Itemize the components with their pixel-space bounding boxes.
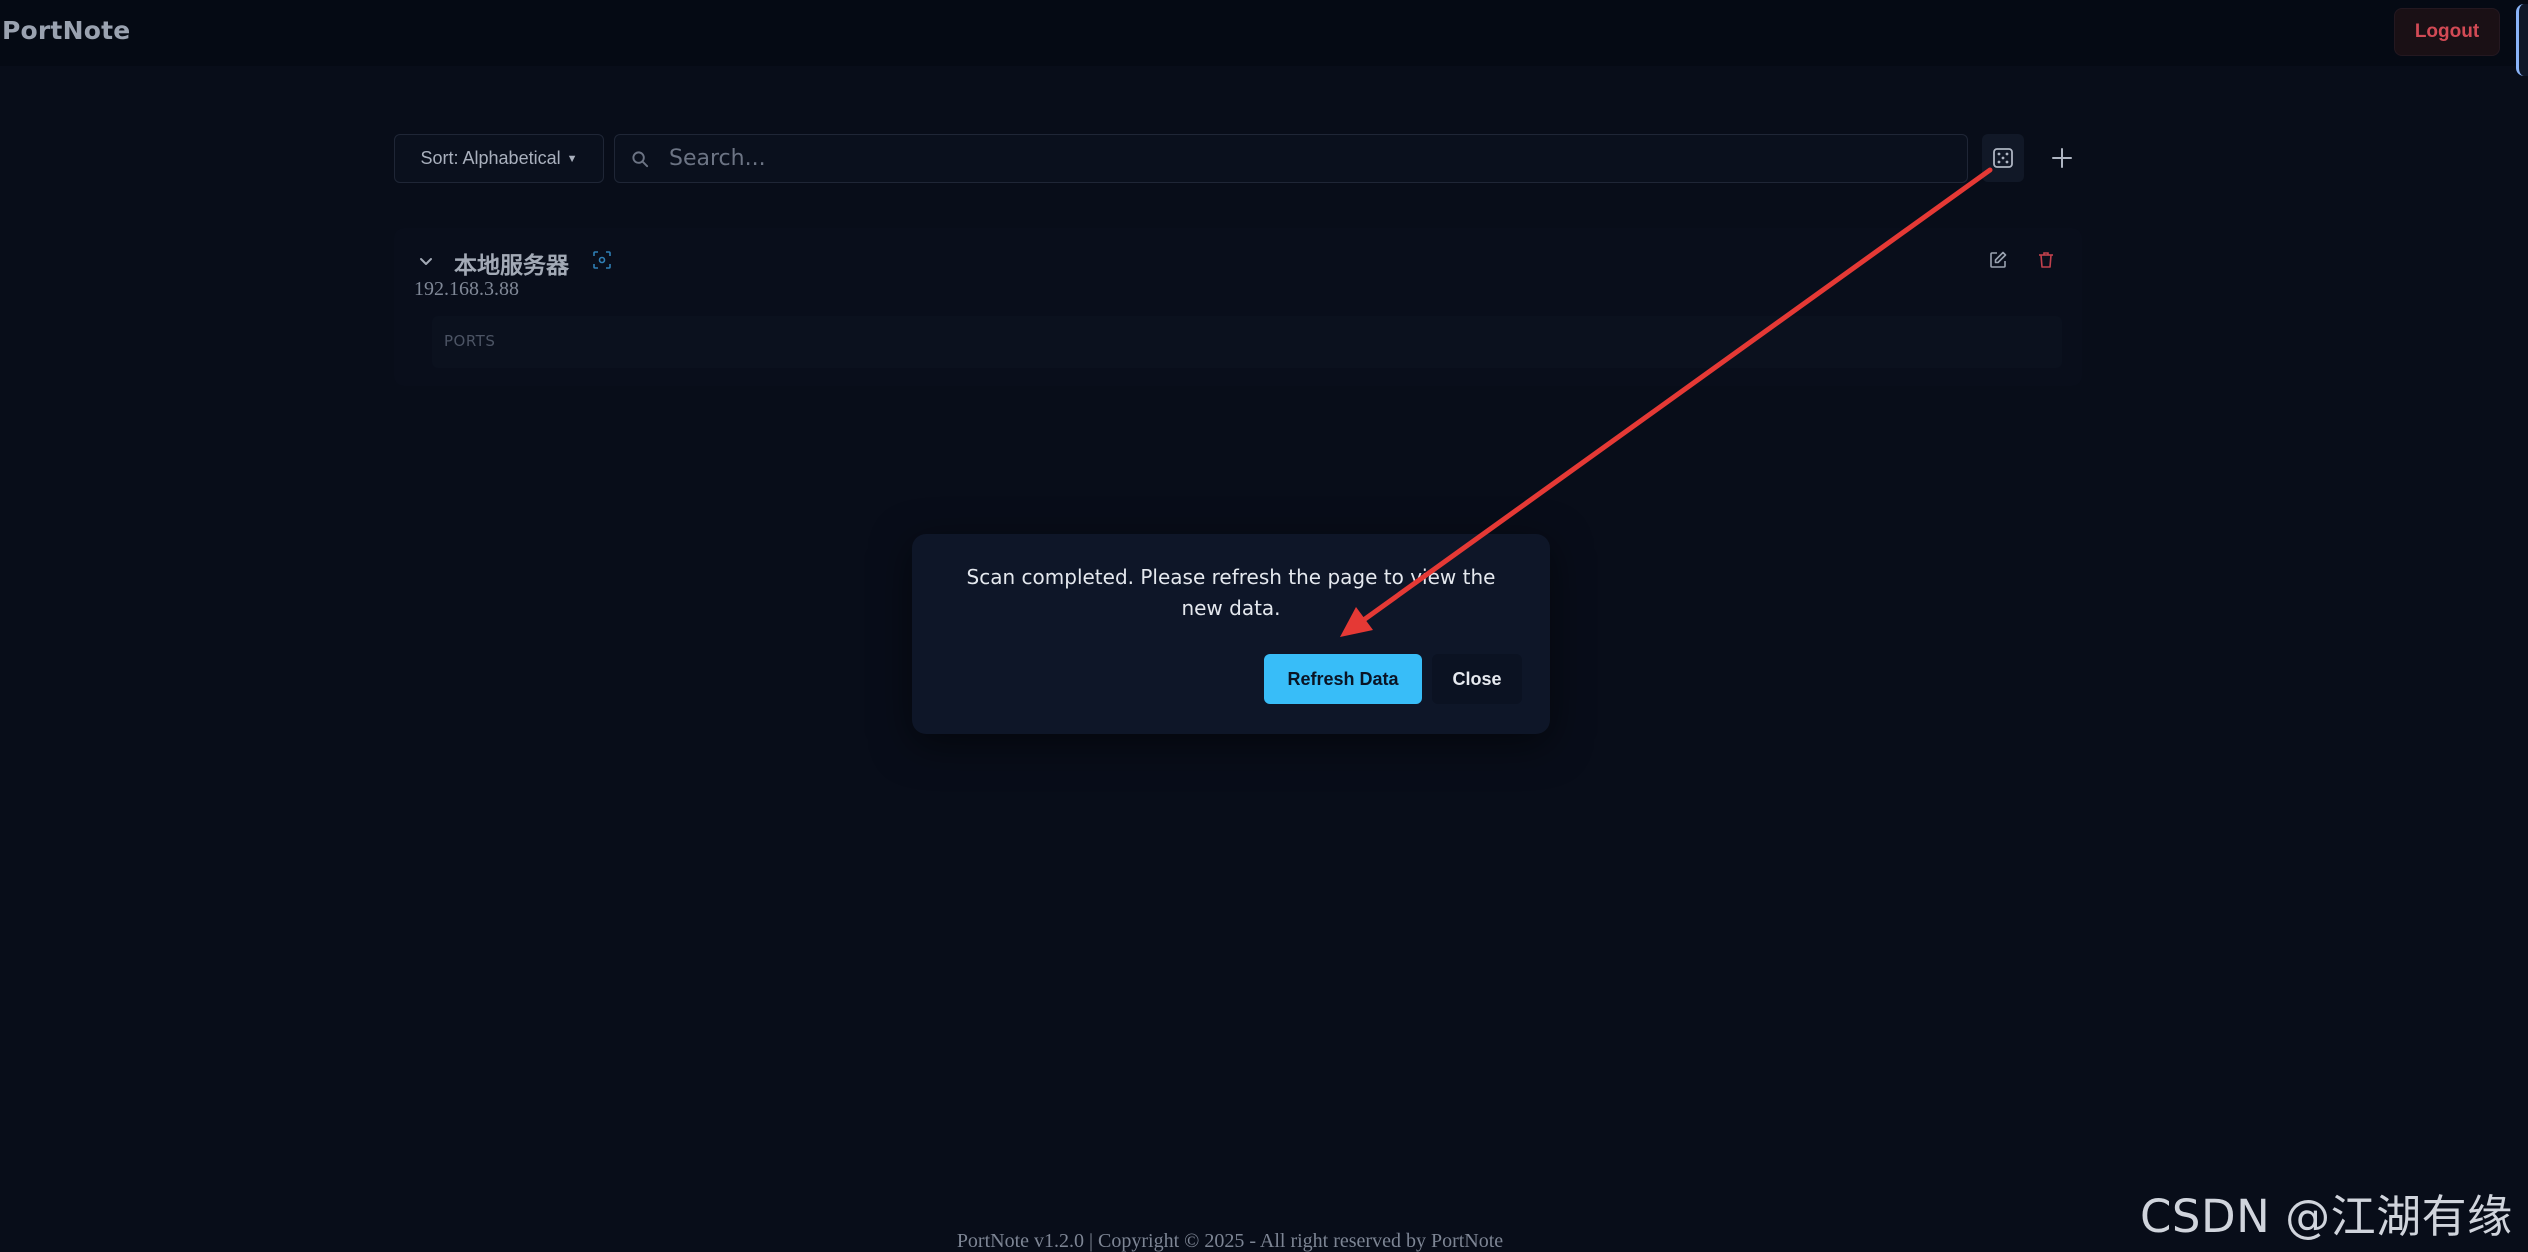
app-root: PortNote Logout Sort: Alphabetical ▼ Sea… [0, 0, 2528, 1252]
close-button[interactable]: Close [1432, 654, 1522, 704]
search-box[interactable] [614, 134, 1968, 183]
footer-copyright: PortNote v1.2.0 | Copyright © 2025 - All… [956, 1230, 1504, 1252]
sort-label: Sort: Alphabetical [420, 148, 561, 168]
edit-icon[interactable] [1988, 250, 2008, 270]
search-icon [632, 151, 649, 168]
dice-scan-icon [1993, 148, 2013, 168]
top-bar: PortNote Logout [0, 0, 2528, 66]
brand-title[interactable]: PortNote [2, 16, 130, 45]
refresh-data-button[interactable]: Refresh Data [1264, 654, 1422, 704]
search-input[interactable] [669, 135, 1959, 182]
ports-panel: PORTS [432, 316, 2062, 368]
sort-dropdown[interactable]: Sort: Alphabetical ▼ [394, 134, 604, 183]
caret-down-icon: ▼ [566, 152, 578, 165]
scan-button[interactable] [1982, 134, 2024, 182]
add-server-button[interactable] [2042, 134, 2082, 182]
chevron-down-icon[interactable] [418, 254, 434, 270]
dialog-message: Scan completed. Please refresh the page … [966, 565, 1496, 620]
ports-label: PORTS [444, 332, 496, 350]
trash-icon[interactable] [2036, 250, 2056, 270]
logout-button[interactable]: Logout [2394, 8, 2500, 56]
server-card: 本地服务器 192.168.3.88 PORTS [394, 228, 2082, 386]
server-name: 本地服务器 [454, 253, 569, 279]
page-scrollbar[interactable] [2516, 4, 2528, 76]
scan-target-icon[interactable] [592, 250, 612, 270]
server-ip: 192.168.3.88 [414, 278, 519, 300]
plus-icon [2052, 148, 2072, 168]
scan-complete-dialog: Scan completed. Please refresh the page … [912, 534, 1550, 734]
csdn-watermark: CSDN @江湖有缘 [2140, 1190, 2513, 1243]
